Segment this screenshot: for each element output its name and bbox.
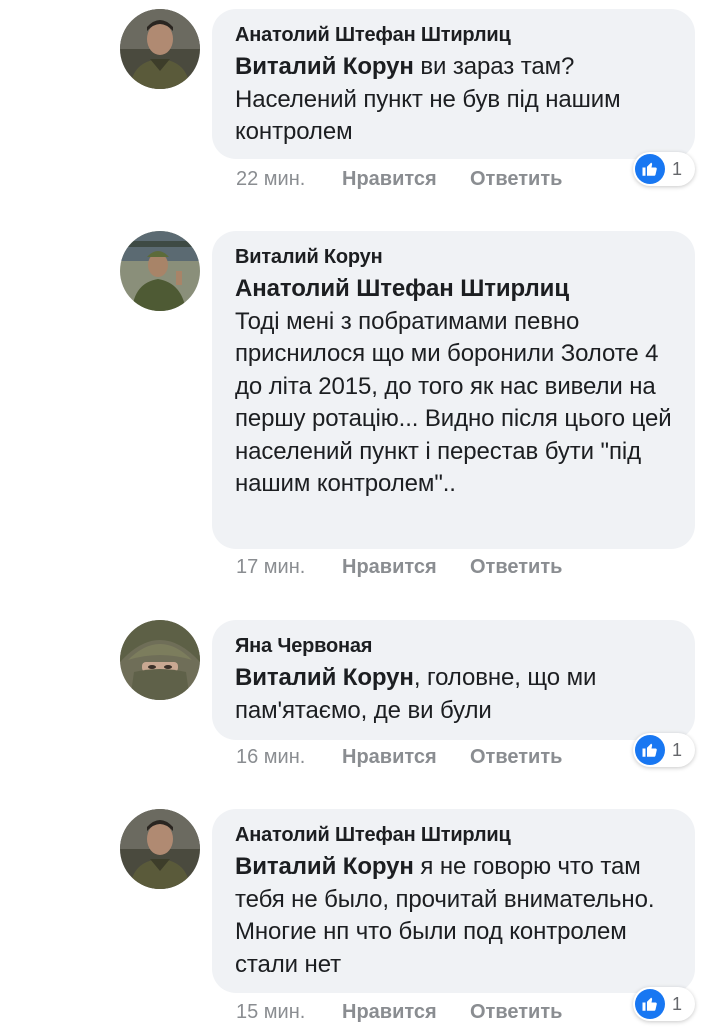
like-icon	[635, 989, 665, 1019]
comment-text: Виталий Корун я не говорю что там тебя н…	[235, 851, 673, 981]
comment-author[interactable]: Виталий Корун	[235, 245, 673, 269]
avatar[interactable]	[120, 620, 200, 700]
comment-bubble: Анатолий Штефан Штирлиц Виталий Корун ви…	[212, 9, 695, 159]
comment-author[interactable]: Яна Червоная	[235, 634, 673, 658]
like-icon	[635, 735, 665, 765]
mention-link[interactable]: Виталий Корун	[235, 53, 414, 80]
mention-link[interactable]: Виталий Корун	[235, 853, 414, 880]
reaction-badge[interactable]: 1	[633, 152, 695, 186]
mention-link[interactable]: Анатолий Штефан Штирлиц	[235, 275, 569, 302]
comment-actions: 16 мин. Нравится Ответить	[236, 745, 562, 769]
comment-actions: 17 мин. Нравится Ответить	[236, 555, 562, 579]
like-button[interactable]: Нравится	[342, 745, 470, 769]
reply-button[interactable]: Ответить	[470, 555, 562, 579]
avatar[interactable]	[120, 231, 200, 311]
comment-time[interactable]: 22 мин.	[236, 167, 342, 191]
comment-body: Тоді мені з побратимами певно приснилося…	[235, 307, 672, 498]
reaction-badge[interactable]: 1	[633, 733, 695, 767]
mention-link[interactable]: Виталий Корун	[235, 664, 414, 691]
comment-author[interactable]: Анатолий Штефан Штирлиц	[235, 23, 673, 47]
reply-button[interactable]: Ответить	[470, 745, 562, 769]
reaction-count: 1	[672, 993, 683, 1014]
like-button[interactable]: Нравится	[342, 1000, 470, 1024]
reply-button[interactable]: Ответить	[470, 1000, 562, 1024]
like-button[interactable]: Нравится	[342, 167, 470, 191]
comment-bubble: Виталий Корун Анатолий Штефан Штирлиц Тод…	[212, 231, 695, 549]
reply-button[interactable]: Ответить	[470, 167, 562, 191]
comment-bubble: Анатолий Штефан Штирлиц Виталий Корун я …	[212, 809, 695, 993]
comment-time[interactable]: 16 мин.	[236, 745, 342, 769]
comment-text: Виталий Корун, головне, що ми пам'ятаємо…	[235, 662, 673, 727]
comment-text: Анатолий Штефан Штирлиц Тоді мені з побра…	[235, 273, 673, 501]
comment-actions: 22 мин. Нравится Ответить	[236, 167, 562, 191]
avatar[interactable]	[120, 809, 200, 889]
reaction-count: 1	[672, 739, 683, 760]
like-button[interactable]: Нравится	[342, 555, 470, 579]
comment-actions: 15 мин. Нравится Ответить	[236, 1000, 562, 1024]
comment-time[interactable]: 15 мин.	[236, 1000, 342, 1024]
comment-text: Виталий Корун ви зараз там? Населений пу…	[235, 51, 673, 149]
reaction-count: 1	[672, 158, 683, 179]
like-icon	[635, 154, 665, 184]
avatar[interactable]	[120, 9, 200, 89]
reaction-badge[interactable]: 1	[633, 987, 695, 1021]
comment-time[interactable]: 17 мин.	[236, 555, 342, 579]
comment-author[interactable]: Анатолий Штефан Штирлиц	[235, 823, 673, 847]
comment-bubble: Яна Червоная Виталий Корун, головне, що …	[212, 620, 695, 740]
